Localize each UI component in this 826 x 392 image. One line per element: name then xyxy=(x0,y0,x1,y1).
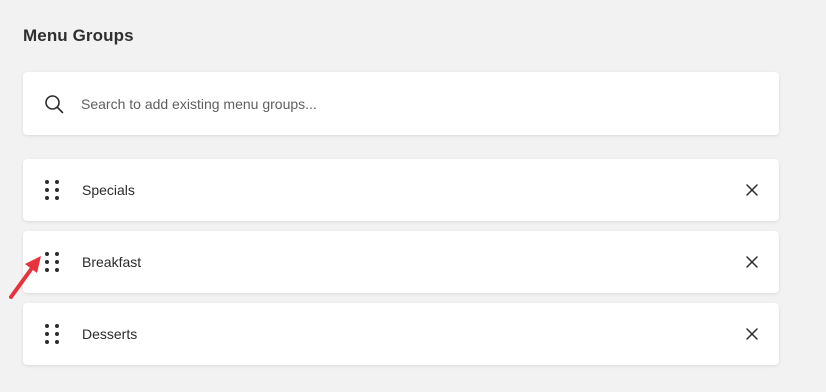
group-label: Specials xyxy=(82,182,135,198)
search-box[interactable] xyxy=(23,72,779,135)
group-label: Breakfast xyxy=(82,254,142,270)
drag-handle-icon[interactable] xyxy=(41,322,63,346)
close-icon[interactable] xyxy=(741,179,763,201)
red-arrow-icon xyxy=(9,256,41,299)
menu-group-list: Specials Breakfast Desserts xyxy=(23,159,779,375)
search-icon xyxy=(45,95,64,114)
list-item: Breakfast xyxy=(23,231,779,293)
search-input[interactable] xyxy=(81,72,741,135)
drag-handle-icon[interactable] xyxy=(41,178,63,202)
group-label: Desserts xyxy=(82,326,138,342)
close-icon[interactable] xyxy=(741,323,763,345)
page-title: Menu Groups xyxy=(23,26,134,45)
close-icon[interactable] xyxy=(741,251,763,273)
list-item: Specials xyxy=(23,159,779,221)
list-item: Desserts xyxy=(23,303,779,365)
